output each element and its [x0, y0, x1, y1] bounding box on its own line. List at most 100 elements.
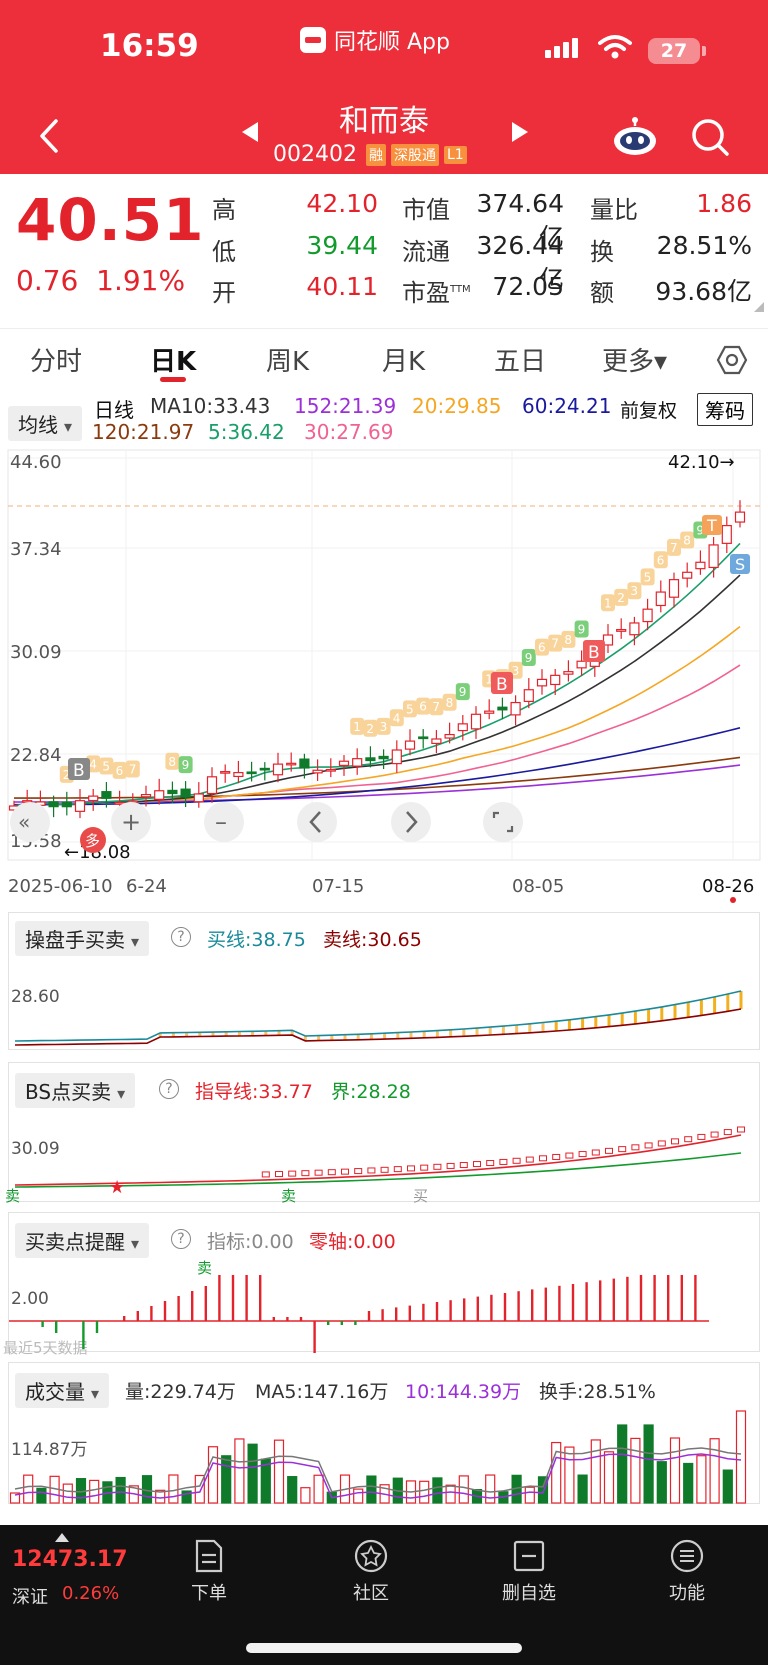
- count-badge-text: 8: [168, 755, 176, 769]
- chip-button[interactable]: 筹码: [697, 393, 753, 426]
- bs-candle: [261, 1171, 270, 1178]
- bs-candle: [539, 1155, 547, 1162]
- remove-watchlist-button[interactable]: 删自选: [484, 1539, 574, 1605]
- index-name: 深证: [12, 1587, 48, 1608]
- tab-intraday[interactable]: 分时: [30, 341, 82, 378]
- count-badge-text: 8: [446, 696, 454, 710]
- robot-assistant-icon[interactable]: [612, 117, 658, 157]
- x-tick-4: 08-26: [702, 876, 754, 897]
- signal-b-2-text: B: [496, 675, 508, 695]
- candle-body: [510, 701, 521, 716]
- bs-candle: [420, 1164, 429, 1171]
- count-badge-text: 6: [116, 764, 124, 778]
- candle-body: [299, 758, 310, 769]
- candle-body: [734, 511, 746, 523]
- bs-candle: [512, 1157, 521, 1164]
- candle-body: [180, 788, 191, 798]
- bs-candle: [565, 1152, 574, 1159]
- signal-s-text: S: [735, 555, 745, 574]
- volume-bar: [445, 1484, 456, 1504]
- tab-five-day[interactable]: 五日: [494, 341, 546, 378]
- app-indicator[interactable]: 同花顺 App: [300, 24, 450, 56]
- indicator-dropdown[interactable]: 均线: [8, 406, 83, 441]
- count-markers: 234567891234567891239678912356789: [59, 521, 708, 783]
- fullscreen-control[interactable]: [483, 802, 523, 842]
- candle-body: [457, 723, 468, 732]
- count-badge-text: 2: [366, 722, 374, 736]
- candle-body: [563, 671, 574, 675]
- tab-daily-k[interactable]: 日K: [150, 341, 196, 378]
- kline-chart[interactable]: 234567891234567891239678912356789 44.60 …: [0, 448, 768, 908]
- community-button[interactable]: 社区: [326, 1539, 416, 1605]
- volume-bar: [669, 1437, 681, 1504]
- count-badge-text: 9: [525, 651, 533, 665]
- bs-candle: [723, 1129, 732, 1136]
- volume-bar: [643, 1424, 654, 1504]
- volume-bar: [353, 1488, 364, 1504]
- candle-body: [708, 544, 719, 569]
- ma10-value: MA10:33.43: [150, 394, 271, 418]
- next-stock-icon[interactable]: [510, 120, 530, 144]
- bs-candle: [301, 1170, 310, 1177]
- bs-candle: [354, 1168, 363, 1175]
- tab-weekly-k[interactable]: 周K: [266, 341, 309, 378]
- candle-body: [616, 628, 627, 632]
- bs-candle: [327, 1169, 336, 1176]
- pan-left-control[interactable]: [297, 802, 337, 842]
- count-badge-text: 2: [617, 591, 625, 605]
- mktcap-label: 市值: [402, 196, 450, 224]
- fq-label[interactable]: 前复权: [620, 396, 677, 423]
- volume-bar: [696, 1455, 707, 1504]
- header: 16:59 同花顺 App 27 和而泰 002402 融 深股通 L1: [0, 0, 768, 174]
- bs-candle: [657, 1140, 666, 1147]
- volume-bar: [564, 1446, 575, 1504]
- plus-icon: +: [121, 808, 141, 836]
- tab-more[interactable]: 更多▾: [602, 341, 667, 378]
- candle-body: [233, 771, 244, 778]
- bs-candle: [341, 1168, 349, 1175]
- candle-body: [431, 738, 442, 745]
- bs-candle: [552, 1153, 561, 1160]
- pan-right-control[interactable]: [391, 802, 431, 842]
- volume-chart: [9, 1410, 747, 1504]
- bs-candle: [697, 1133, 706, 1140]
- candle-body: [74, 800, 86, 812]
- volume-bar: [221, 1455, 232, 1504]
- index-value[interactable]: 12473.17: [12, 1547, 128, 1572]
- index-pct: 0.26%: [62, 1583, 120, 1604]
- candle-body: [206, 776, 218, 795]
- ma20-line: [13, 625, 741, 807]
- signal-duo-text: 多: [85, 832, 100, 850]
- order-doc-icon: [195, 1539, 223, 1573]
- pe-value: 72.05: [492, 272, 564, 301]
- count-badge-text: 5: [102, 760, 110, 774]
- order-button[interactable]: 下单: [164, 1539, 254, 1605]
- y-tick-1: 37.34: [10, 539, 62, 560]
- candle-body: [721, 525, 732, 544]
- candle-body: [391, 749, 402, 765]
- tab-monthly-k[interactable]: 月K: [382, 341, 425, 378]
- battery-icon: 27: [648, 38, 706, 64]
- function-button[interactable]: 功能: [642, 1539, 732, 1605]
- candle-body: [312, 769, 323, 774]
- amount-value: 93.68亿: [655, 277, 752, 306]
- prev-stock-icon[interactable]: [240, 120, 260, 144]
- count-badge-text: 8: [683, 534, 691, 548]
- volume-bar: [366, 1475, 377, 1504]
- x-tick-1: 6-24: [126, 876, 167, 897]
- search-icon[interactable]: [690, 117, 730, 157]
- candle-body: [484, 710, 495, 714]
- period-tabs: 分时 日K 周K 月K 五日 更多▾: [0, 328, 768, 386]
- bs-candle: [618, 1146, 627, 1153]
- stock-code: 002402: [273, 142, 357, 167]
- candle-body: [576, 660, 587, 669]
- bs-candle: [380, 1166, 389, 1173]
- panel-trader: 操盘手买卖 ? 买线:38.75 卖线:30.65 28.60: [8, 912, 760, 1050]
- count-badge-text: 7: [551, 637, 559, 651]
- volume-bar: [168, 1474, 179, 1504]
- settings-hexagon-icon[interactable]: [716, 345, 748, 375]
- expand-corner-icon[interactable]: [754, 302, 764, 312]
- stock-detail-page: 16:59 同花顺 App 27 和而泰 002402 融 深股通 L1 40.…: [0, 0, 768, 1665]
- candle-body: [629, 622, 640, 636]
- candle-body: [140, 793, 152, 798]
